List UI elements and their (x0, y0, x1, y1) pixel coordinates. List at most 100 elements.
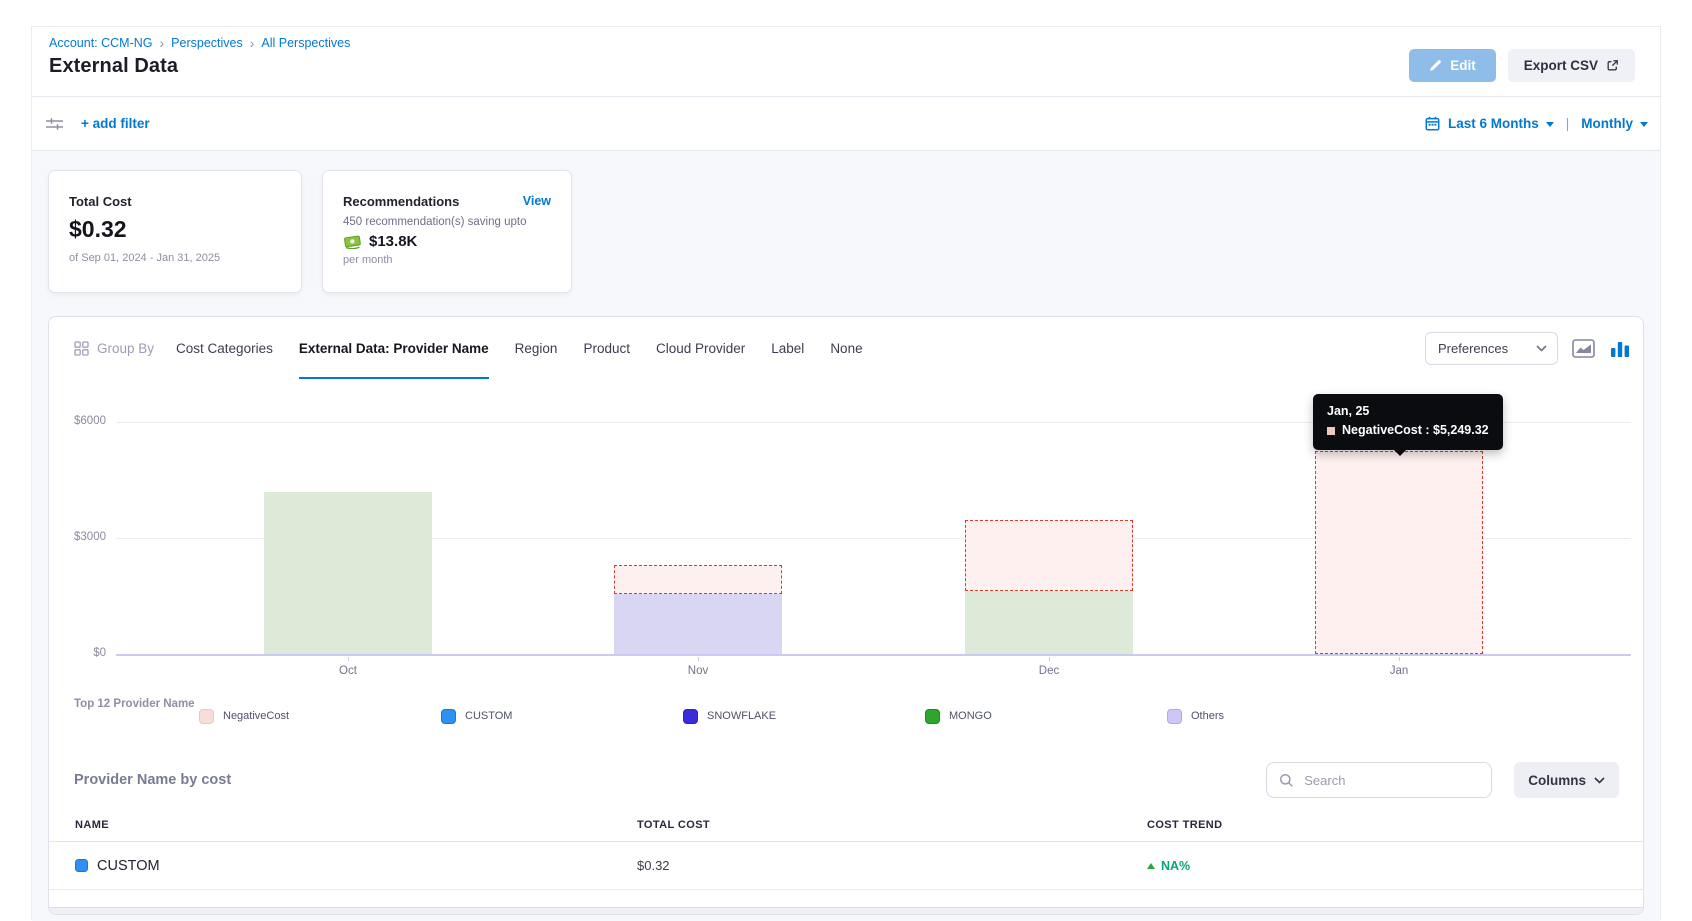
view-recommendations-link[interactable]: View (523, 194, 551, 208)
x-axis-tick (348, 657, 349, 661)
groupby-tab-label[interactable]: Label (771, 317, 804, 379)
x-axis-label-oct: Oct (303, 665, 393, 677)
legend-label: CUSTOM (465, 710, 512, 722)
legend-item-negativecost[interactable]: NegativeCost (199, 696, 441, 736)
date-range-label: Last 6 Months (1448, 116, 1539, 131)
chevron-down-icon (1546, 122, 1554, 127)
group-by-tabs: Cost Categories External Data: Provider N… (176, 317, 863, 379)
search-input[interactable] (1302, 772, 1481, 789)
date-range-dropdown[interactable]: Last 6 Months (1448, 116, 1554, 131)
chart-tooltip: Jan, 25 NegativeCost : $5,249.32 (1313, 394, 1503, 450)
row-name-cell: CUSTOM (75, 858, 637, 874)
preferences-dropdown[interactable]: Preferences (1425, 332, 1558, 365)
add-filter-button[interactable]: + add filter (81, 116, 150, 131)
bar-nov-snowflake[interactable] (614, 594, 782, 654)
savings-period: per month (343, 254, 551, 266)
page-title: External Data (49, 55, 350, 78)
area-chart-toggle-icon[interactable] (1572, 339, 1595, 358)
search-icon (1279, 773, 1294, 788)
table-next-row-partial (49, 907, 1643, 915)
group-by-label: Group By (97, 341, 154, 356)
total-cost-period: of Sep 01, 2024 - Jan 31, 2025 (69, 252, 281, 264)
groupby-tab-cloud-provider[interactable]: Cloud Provider (656, 317, 745, 379)
legend-swatch-others (1167, 709, 1182, 724)
granularity-dropdown[interactable]: Monthly (1581, 116, 1648, 131)
recommendations-title: Recommendations (343, 194, 551, 209)
cost-bar-chart: Jan, 25 NegativeCost : $5,249.32 $0 $3000… (49, 391, 1643, 691)
bar-jan-negativecost[interactable] (1315, 451, 1483, 654)
x-axis-label-nov: Nov (653, 665, 743, 677)
y-axis-label-6000: $6000 (49, 415, 106, 427)
x-axis-tick (1399, 657, 1400, 661)
tooltip-series-marker (1327, 427, 1335, 435)
breadcrumb-separator: › (160, 36, 165, 50)
edit-button[interactable]: Edit (1409, 49, 1496, 82)
table-title: Provider Name by cost (74, 772, 231, 788)
legend-swatch-snowflake (683, 709, 698, 724)
perspective-panel: Group By Cost Categories External Data: P… (48, 316, 1644, 915)
pencil-icon (1429, 59, 1442, 72)
groupby-tab-cost-categories[interactable]: Cost Categories (176, 317, 273, 379)
x-axis-label-jan: Jan (1354, 665, 1444, 677)
provider-color-swatch (75, 859, 88, 872)
table-header-row: NAMETOTAL COSTCOST TREND (49, 808, 1643, 842)
legend-item-custom[interactable]: CUSTOM (441, 696, 683, 736)
columns-label: Columns (1528, 773, 1586, 788)
savings-icon (343, 234, 362, 249)
y-axis-label-0: $0 (49, 647, 106, 659)
bar-chart-toggle-icon[interactable] (1609, 339, 1631, 358)
legend-label: Others (1191, 710, 1224, 722)
breadcrumb: Account: CCM-NG›Perspectives›All Perspec… (49, 36, 350, 50)
preferences-label: Preferences (1438, 341, 1508, 356)
legend-item-mongo[interactable]: MONGO (925, 696, 1167, 736)
group-by-grid-icon (74, 341, 89, 356)
recommendations-card: Recommendations View 450 recommendation(… (322, 170, 572, 293)
table-row-custom[interactable]: CUSTOM $0.32 NA% (49, 842, 1643, 890)
external-link-icon (1606, 59, 1619, 72)
app-frame: Account: CCM-NG›Perspectives›All Perspec… (31, 26, 1661, 920)
bar-oct-mongo[interactable] (264, 492, 432, 654)
granularity-label: Monthly (1581, 116, 1633, 131)
y-axis-label-3000: $3000 (49, 531, 106, 543)
group-by-row: Group By Cost Categories External Data: P… (49, 317, 1643, 379)
tooltip-title: Jan, 25 (1327, 402, 1489, 421)
legend-label: SNOWFLAKE (707, 710, 776, 722)
provider-name: CUSTOM (97, 858, 160, 874)
groupby-tab-region[interactable]: Region (515, 317, 558, 379)
calendar-icon (1425, 116, 1440, 131)
row-cost-trend: NA% (1147, 859, 1643, 873)
legend-swatch-custom (441, 709, 456, 724)
bar-dec-negativecost[interactable] (965, 520, 1133, 591)
content-area: Total Cost $0.32 of Sep 01, 2024 - Jan 3… (32, 151, 1660, 921)
legend-label: MONGO (949, 710, 992, 722)
breadcrumb-link-account-ccm-ng[interactable]: Account: CCM-NG (49, 36, 153, 50)
chart-legend: Top 12 Provider Name NegativeCost CUSTOM S… (49, 696, 1643, 736)
columns-button[interactable]: Columns (1514, 762, 1619, 798)
filter-settings-icon[interactable] (41, 112, 68, 136)
export-csv-label: Export CSV (1524, 58, 1598, 73)
groupby-tab-product[interactable]: Product (583, 317, 630, 379)
chevron-down-icon (1640, 122, 1648, 127)
legend-swatch-negativecost (199, 709, 214, 724)
row-total-cost: $0.32 (637, 858, 1147, 873)
savings-value: $13.8K (369, 233, 417, 250)
bar-dec-mongo[interactable] (965, 591, 1133, 654)
table-body: CUSTOM $0.32 NA% (49, 842, 1643, 890)
legend-title: Top 12 Provider Name (74, 696, 199, 736)
groupby-tab-none[interactable]: None (830, 317, 862, 379)
column-header-cost-trend: COST TREND (1147, 819, 1643, 831)
column-header-name: NAME (75, 819, 637, 831)
tooltip-value: NegativeCost : $5,249.32 (1342, 421, 1489, 440)
total-cost-card: Total Cost $0.32 of Sep 01, 2024 - Jan 3… (48, 170, 302, 293)
legend-item-others[interactable]: Others (1167, 696, 1409, 736)
search-box (1266, 762, 1492, 798)
edit-button-label: Edit (1450, 58, 1476, 73)
trend-value: NA% (1161, 859, 1190, 873)
bar-nov-negativecost[interactable] (614, 565, 782, 594)
breadcrumb-link-perspectives[interactable]: Perspectives (171, 36, 243, 50)
legend-item-snowflake[interactable]: SNOWFLAKE (683, 696, 925, 736)
trend-up-icon (1147, 863, 1155, 869)
groupby-tab-external-data-provider-name[interactable]: External Data: Provider Name (299, 317, 489, 379)
breadcrumb-link-all-perspectives[interactable]: All Perspectives (261, 36, 350, 50)
export-csv-button[interactable]: Export CSV (1508, 49, 1635, 82)
